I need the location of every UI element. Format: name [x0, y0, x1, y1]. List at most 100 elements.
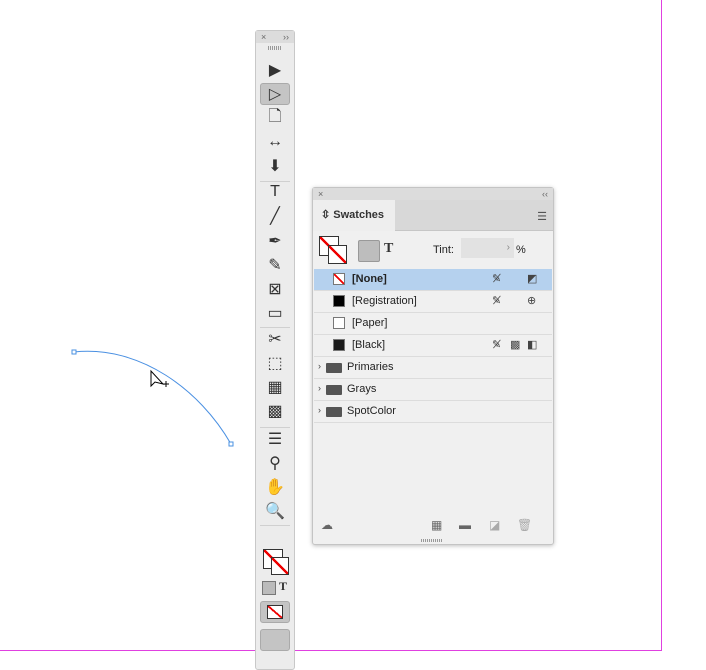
swatch-label: [Registration]: [352, 295, 417, 307]
formatting-container-button[interactable]: [358, 240, 380, 262]
chevron-right-icon[interactable]: ›: [318, 383, 321, 393]
swatch-color-chip: [333, 317, 345, 329]
direct-selection-tool[interactable]: ▷: [260, 83, 290, 105]
free-transform-icon: ⬚: [267, 355, 283, 372]
close-icon[interactable]: ×: [261, 31, 266, 43]
group-label: Primaries: [347, 361, 394, 373]
non-editable-icon: ✎̸: [492, 295, 502, 307]
swatch-row[interactable]: [None] ✎̸ ◩: [314, 269, 552, 291]
show-swatch-kinds-icon[interactable]: ▦: [431, 518, 442, 532]
swatch-color-chip: [333, 273, 345, 285]
cursor-icon: [150, 369, 165, 388]
tint-label: Tint:: [433, 244, 454, 256]
eyedropper-tool[interactable]: ⚲: [260, 452, 290, 474]
collapse-icon[interactable]: ››: [283, 31, 289, 43]
swatch-label: [Paper]: [352, 317, 388, 329]
selection-tool[interactable]: ▶: [260, 59, 290, 81]
gradient-swatch-tool[interactable]: ▦: [260, 376, 290, 398]
gap-icon: ↔: [267, 133, 283, 150]
type-tool[interactable]: T: [260, 181, 290, 203]
formatting-text-button[interactable]: T: [384, 241, 393, 257]
tools-panel: × ›› ▶ ▷ 🗋 ↔ ⬇ T ╱ ✒ ✎ ⊠ ▭ ✂ ⬚ ▦ ▩ ☰ ⚲ ✋ 🔍 T: [255, 30, 295, 670]
group-label: Grays: [347, 383, 377, 395]
rectangle-icon: ▭: [267, 305, 283, 322]
formatting-text-button[interactable]: T: [279, 579, 287, 594]
swatch-label: [None]: [352, 273, 387, 285]
color-mode-icon: ⊕: [527, 295, 537, 307]
swatch-color-chip: [333, 295, 345, 307]
formatting-container-button[interactable]: [262, 581, 276, 595]
zoom-tool[interactable]: 🔍: [260, 500, 290, 522]
swatch-label: [Black]: [352, 339, 386, 351]
chevron-right-icon[interactable]: ›: [318, 361, 321, 371]
panel-menu-icon[interactable]: ☰: [537, 210, 547, 223]
gap-tool[interactable]: ↔: [260, 131, 290, 153]
curve-path[interactable]: [73, 350, 232, 445]
swatch-group[interactable]: › SpotColor: [314, 401, 552, 423]
eyedropper-icon: ⚲: [269, 455, 281, 472]
cmyk-icon: ◧: [527, 339, 538, 351]
rectangle-tool[interactable]: ▭: [260, 302, 290, 324]
gradient-feather-tool[interactable]: ▩: [260, 400, 290, 422]
tint-unit: %: [516, 244, 526, 256]
pencil-tool[interactable]: ✎: [260, 254, 290, 276]
new-swatch-icon[interactable]: ◪: [489, 518, 500, 532]
page-tool[interactable]: 🗋: [260, 107, 290, 129]
new-group-icon[interactable]: ▬: [459, 518, 471, 532]
pen-tool[interactable]: ✒: [260, 230, 290, 252]
note-tool[interactable]: ☰: [260, 428, 290, 450]
close-icon[interactable]: ×: [318, 188, 323, 200]
gradient-feather-icon: ▩: [267, 403, 283, 420]
folder-icon: [326, 385, 342, 395]
folder-icon: [326, 407, 342, 417]
hand-tool[interactable]: ✋: [260, 476, 290, 498]
line-tool[interactable]: ╱: [260, 205, 290, 227]
fill-stroke-proxy[interactable]: [319, 236, 347, 264]
swatch-group[interactable]: › Primaries: [314, 357, 552, 379]
anchor-point[interactable]: [228, 441, 234, 447]
zoom-icon: 🔍: [265, 503, 285, 520]
collapse-icon[interactable]: ‹‹: [542, 188, 548, 200]
selection-icon: ▶: [268, 62, 282, 79]
free-transform-tool[interactable]: ⬚: [260, 352, 290, 374]
tab-swatches[interactable]: ⇳ Swatches: [313, 200, 395, 231]
pen-icon: ✒: [268, 233, 282, 250]
type-icon: T: [270, 183, 280, 200]
line-icon: ╱: [270, 208, 280, 225]
normal-mode-button[interactable]: [260, 601, 290, 623]
note-icon: ☰: [267, 431, 283, 448]
swatch-row[interactable]: [Registration] ✎̸ ⊕: [314, 291, 552, 313]
scissors-icon: ✂: [268, 331, 282, 348]
color-mode-icon: ◩: [527, 273, 538, 285]
page-margin-vertical: [661, 0, 662, 651]
group-label: SpotColor: [347, 405, 396, 417]
hand-icon: ✋: [265, 479, 285, 496]
swatch-row[interactable]: [Paper]: [314, 313, 552, 335]
screen-mode-button[interactable]: [260, 629, 290, 651]
non-editable-icon: ✎̸: [492, 339, 502, 351]
drag-grip[interactable]: [268, 46, 282, 50]
swatches-panel: × ‹‹ ⇳ Swatches ☰ T Tint: › % [None] ✎̸ ◩ [Re…: [312, 187, 554, 545]
tint-input[interactable]: ›: [461, 238, 514, 258]
swatch-color-chip: [333, 339, 345, 351]
resize-grip[interactable]: [421, 539, 443, 542]
swatch-group[interactable]: › Grays: [314, 379, 552, 401]
content-collector-icon: ⬇: [268, 158, 282, 175]
folder-icon: [326, 363, 342, 373]
chevron-right-icon[interactable]: ›: [318, 405, 321, 415]
fill-stroke-proxy[interactable]: [263, 549, 289, 575]
page-icon: 🗋: [268, 107, 282, 125]
rectangle-frame-icon: ⊠: [268, 281, 282, 298]
rectangle-frame-tool[interactable]: ⊠: [260, 278, 290, 300]
scissors-tool[interactable]: ✂: [260, 328, 290, 350]
page-margin-horizontal: [0, 650, 662, 651]
tab-label: Swatches: [333, 209, 385, 221]
swatch-row[interactable]: [Black] ✎̸ ▩ ◧: [314, 335, 552, 357]
direct-selection-icon: ▷: [268, 86, 282, 103]
cc-library-icon[interactable]: ☁: [321, 518, 333, 532]
cursor-plus-icon: [163, 381, 169, 387]
anchor-point[interactable]: [71, 349, 77, 355]
delete-icon[interactable]: 🗑: [517, 518, 532, 532]
content-collector-tool[interactable]: ⬇: [260, 155, 290, 177]
pencil-icon: ✎: [268, 257, 282, 274]
